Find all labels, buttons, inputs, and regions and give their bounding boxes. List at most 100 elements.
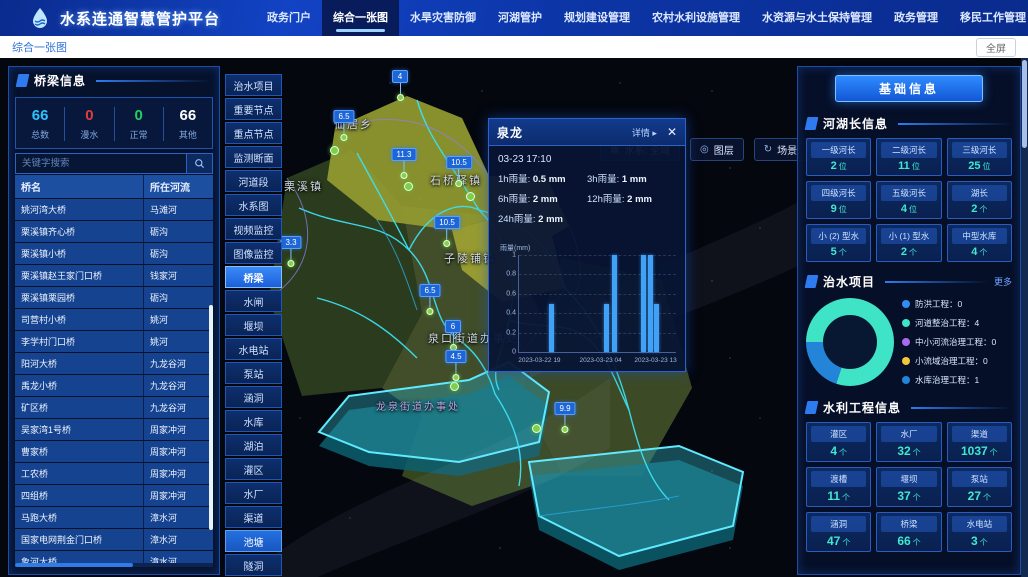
layer-menu-item-2[interactable]: 重点节点 [225, 122, 282, 144]
station-marker-icon[interactable] [330, 146, 339, 155]
layer-menu-item-1[interactable]: 重要节点 [225, 98, 282, 120]
section-marker-icon [805, 117, 819, 130]
nav-item-6[interactable]: 水资源与水土保持管理 [751, 0, 883, 36]
nav-item-2[interactable]: 水旱灾害防御 [399, 0, 487, 36]
stat-card[interactable]: 一级河长 2位 [806, 138, 871, 176]
table-row[interactable]: 国家电网荆金门口桥漳水河 [15, 529, 213, 550]
nav-item-7[interactable]: 政务管理 [883, 0, 949, 36]
search-button[interactable] [187, 153, 213, 174]
map-value-badge[interactable]: 10.5 [434, 216, 460, 247]
layer-menu-item-6[interactable]: 视频监控 [225, 218, 282, 240]
rain-metric: 24h雨量: 2 mm [498, 211, 587, 225]
section-line [911, 407, 1012, 409]
stat-card[interactable]: 湖长 2个 [947, 181, 1012, 219]
map-value-badge[interactable]: 10.5 [446, 156, 472, 187]
table-row[interactable]: 曹家桥周家冲河 [15, 441, 213, 462]
layer-menu-item-12[interactable]: 泵站 [225, 362, 282, 384]
nav-item-8[interactable]: 移民工作管理 [949, 0, 1028, 36]
stat-card[interactable]: 水厂 32个 [876, 422, 941, 462]
layer-menu-item-15[interactable]: 湖泊 [225, 434, 282, 456]
page-scrollbar[interactable] [1021, 58, 1028, 577]
layer-menu-item-5[interactable]: 水系图 [225, 194, 282, 216]
table-row[interactable]: 司营村小桥姚河 [15, 309, 213, 330]
table-row[interactable]: 四组桥周家冲河 [15, 485, 213, 506]
layer-menu-item-7[interactable]: 图像监控 [225, 242, 282, 264]
station-marker-icon[interactable] [466, 192, 475, 201]
table-row[interactable]: 李学村门口桥姚河 [15, 331, 213, 352]
layer-menu-item-16[interactable]: 灌区 [225, 458, 282, 480]
stat-card[interactable]: 三级河长 25位 [947, 138, 1012, 176]
table-row[interactable]: 姚河湾大桥马滩河 [15, 199, 213, 220]
stat-card[interactable]: 渠道 1037个 [947, 422, 1012, 462]
stat-card[interactable]: 小 (2) 型水 5个 [806, 224, 871, 262]
bridge-stat: 0漫水 [65, 107, 114, 141]
table-row[interactable]: 矿区桥九龙谷河 [15, 397, 213, 418]
table-vertical-scrollbar[interactable] [209, 305, 213, 530]
table-row[interactable]: 栗溪镇小桥砺沟 [15, 243, 213, 264]
nav-item-1[interactable]: 综合一张图 [322, 0, 399, 36]
more-link[interactable]: 更多 [994, 275, 1012, 288]
nav-item-5[interactable]: 农村水利设施管理 [641, 0, 751, 36]
map-value-badge[interactable]: 3.3 [280, 236, 301, 267]
table-row[interactable]: 吴家湾1号桥周家冲河 [15, 419, 213, 440]
popup-detail-link[interactable]: 详情 ▸ [632, 126, 657, 139]
stat-card[interactable]: 小 (1) 型水 2个 [876, 224, 941, 262]
close-icon[interactable]: ✕ [667, 126, 677, 138]
map-value-badge[interactable]: 6.5 [419, 284, 440, 315]
stat-card[interactable]: 水电站 3个 [947, 512, 1012, 552]
map-value-badge[interactable]: 4 [392, 70, 408, 101]
stat-card[interactable]: 中型水库 4个 [947, 224, 1012, 262]
map-value-badge[interactable]: 6.5 [333, 110, 354, 141]
table-row[interactable]: 阳河大桥九龙谷河 [15, 353, 213, 374]
map-value-badge[interactable]: 4.5 [445, 350, 466, 381]
station-marker-icon[interactable] [532, 424, 541, 433]
stat-card[interactable]: 泵站 27个 [947, 467, 1012, 507]
basic-info-button[interactable]: 基础信息 [835, 75, 983, 102]
map-value-badge[interactable]: 11.3 [392, 148, 417, 179]
rain-bar [648, 255, 653, 352]
nav-item-4[interactable]: 规划建设管理 [553, 0, 641, 36]
stat-card[interactable]: 灌区 4个 [806, 422, 871, 462]
map-value-badge[interactable]: 6 [445, 320, 461, 351]
stat-card[interactable]: 四级河长 9位 [806, 181, 871, 219]
table-row[interactable]: 栗溪镇齐心桥砺沟 [15, 221, 213, 242]
table-row[interactable]: 禹龙小桥九龙谷河 [15, 375, 213, 396]
fullscreen-button[interactable]: 全屏 [976, 38, 1016, 57]
search-input[interactable] [15, 153, 187, 174]
layer-menu-item-9[interactable]: 水闸 [225, 290, 282, 312]
stat-card[interactable]: 二级河长 11位 [876, 138, 941, 176]
map-control[interactable]: ◎图层 [690, 138, 744, 161]
nav-item-3[interactable]: 河湖管护 [487, 0, 553, 36]
layer-menu-item-4[interactable]: 河道段 [225, 170, 282, 192]
stat-card[interactable]: 桥梁 66个 [876, 512, 941, 552]
layer-menu-item-10[interactable]: 堰坝 [225, 314, 282, 336]
map-value-badge[interactable]: 9.9 [554, 402, 575, 433]
layer-menu-item-8[interactable]: 桥梁 [225, 266, 282, 288]
section-line [885, 281, 988, 283]
layer-menu-item-17[interactable]: 水厂 [225, 482, 282, 504]
table-row[interactable]: 马跑大桥漳水河 [15, 507, 213, 528]
nav-item-0[interactable]: 政务门户 [256, 0, 322, 36]
table-horizontal-scrollbar[interactable] [15, 563, 213, 567]
stat-card[interactable]: 堰坝 37个 [876, 467, 941, 507]
layer-menu-item-3[interactable]: 监测断面 [225, 146, 282, 168]
layer-menu-item-14[interactable]: 水库 [225, 410, 282, 432]
station-marker-icon[interactable] [450, 382, 459, 391]
stat-card[interactable]: 渡槽 11个 [806, 467, 871, 507]
table-row[interactable]: 栗溪镇赵王家门口桥钱家河 [15, 265, 213, 286]
scrollbar-thumb[interactable] [15, 563, 133, 567]
layer-menu-item-20[interactable]: 隧洞 [225, 554, 282, 576]
layer-menu-item-0[interactable]: 治水项目 [225, 74, 282, 96]
layer-menu-item-13[interactable]: 涵洞 [225, 386, 282, 408]
layer-menu-item-11[interactable]: 水电站 [225, 338, 282, 360]
stat-card[interactable]: 涵洞 47个 [806, 512, 871, 552]
breadcrumb[interactable]: 综合一张图 [12, 39, 67, 55]
layer-menu-item-19[interactable]: 池塘 [225, 530, 282, 552]
layer-menu-item-18[interactable]: 渠道 [225, 506, 282, 528]
map-stage[interactable]: 仙居乡栗溪镇石桥驿镇子陵铺镇泉口街道办事处龙泉街道办事处 4 6.5 11.3 … [0, 58, 1028, 577]
scrollbar-thumb[interactable] [1022, 60, 1027, 148]
table-row[interactable]: 栗溪镇栗园桥砺沟 [15, 287, 213, 308]
table-row[interactable]: 工农桥周家冲河 [15, 463, 213, 484]
stat-card[interactable]: 五级河长 4位 [876, 181, 941, 219]
station-marker-icon[interactable] [404, 182, 413, 191]
